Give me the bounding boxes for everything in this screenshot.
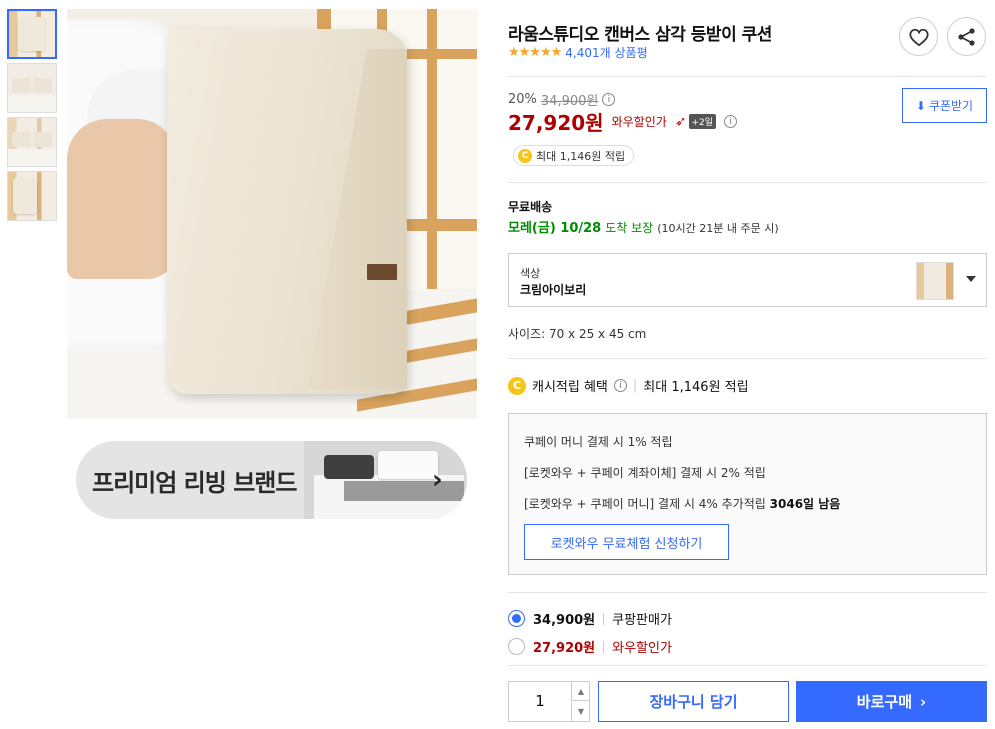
radio-button[interactable] xyxy=(508,610,525,627)
cash-benefit-row: C 캐시적립 혜택 i | 최대 1,146원 적립 xyxy=(508,376,749,395)
share-button[interactable] xyxy=(947,17,986,56)
divider xyxy=(508,592,987,593)
thumbnail-list xyxy=(7,9,57,225)
cash-benefit-max: 최대 1,146원 적립 xyxy=(643,380,749,395)
divider xyxy=(508,182,987,183)
rating: ★★★★★ 4,401개 상품평 xyxy=(508,44,648,61)
divider xyxy=(508,358,987,359)
sale-price: 27,920원 xyxy=(508,111,604,135)
info-icon[interactable]: i xyxy=(613,379,627,392)
buy-now-label: 바로구매 xyxy=(856,693,912,711)
chevron-right-icon: › xyxy=(432,465,443,495)
add-to-cart-button[interactable]: 장바구니 담기 xyxy=(598,681,789,722)
coin-icon: C xyxy=(508,376,526,395)
thumbnail-4[interactable] xyxy=(7,171,57,221)
cash-reward-pill: C 최대 1,146원 적립 xyxy=(513,145,635,166)
chevron-right-icon: › xyxy=(920,692,927,711)
plus-days-badge: +2일 xyxy=(688,114,717,129)
download-icon: ⬇ xyxy=(915,98,926,113)
price-option-regular[interactable]: 34,900원 쿠팡판매가 xyxy=(508,609,672,628)
option-thumbnail xyxy=(916,262,954,300)
discount-rate: 20% xyxy=(508,92,537,107)
delivery-date: 모레(금) 10/28 xyxy=(508,221,602,236)
delivery-note: (10시간 21분 내 주문 시) xyxy=(657,222,779,235)
quantity-stepper: 1 ▲ ▼ xyxy=(508,681,590,722)
option-select[interactable]: 색상 크림아이보리 xyxy=(508,253,987,307)
quantity-input[interactable]: 1 xyxy=(509,682,571,721)
option-key: 색상 xyxy=(520,267,541,280)
banner-text: 프리미엄 리빙 브랜드 xyxy=(92,469,297,497)
info-icon[interactable]: i xyxy=(724,115,738,128)
sale-price-label: 와우할인가 xyxy=(611,115,667,129)
option-value: 크림아이보리 xyxy=(520,283,587,297)
size-info: 사이즈: 70 x 25 x 45 cm xyxy=(508,327,647,341)
cash-benefit-label: 캐시적립 혜택 xyxy=(532,380,608,395)
cash-pill-text: 최대 1,146원 적립 xyxy=(536,149,626,163)
rocket-wow-trial-button[interactable]: 로켓와우 무료체험 신청하기 xyxy=(524,524,729,560)
brand-tag xyxy=(367,264,397,280)
price-option-price: 34,900원 xyxy=(533,613,596,628)
radio-button[interactable] xyxy=(508,638,525,655)
price-option-wow[interactable]: 27,920원 와우할인가 xyxy=(508,637,672,656)
product-title: 라움스튜디오 캔버스 삼각 등받이 쿠션 xyxy=(508,25,772,45)
thumbnail-1[interactable] xyxy=(7,9,57,59)
price-option-label: 와우할인가 xyxy=(612,641,672,656)
benefit-line: 쿠페이 머니 결제 시 1% 적립 xyxy=(524,435,673,449)
separator: | xyxy=(632,378,638,393)
share-icon xyxy=(957,27,975,46)
info-icon[interactable]: i xyxy=(602,93,616,106)
chevron-up-icon[interactable]: ▲ xyxy=(571,682,590,701)
buy-now-button[interactable]: 바로구매 › xyxy=(796,681,987,722)
dropdown-arrow-icon xyxy=(966,276,976,282)
chevron-down-icon[interactable]: ▼ xyxy=(571,702,590,721)
cash-benefit-box: 쿠페이 머니 결제 시 1% 적립 [로켓와우 + 쿠페이 계좌이체] 결제 시… xyxy=(508,413,987,575)
days-left: 3046일 남음 xyxy=(769,497,841,511)
coin-icon: C xyxy=(518,148,532,163)
wishlist-button[interactable] xyxy=(899,17,938,56)
delivery-guarantee: 도착 보장 xyxy=(605,221,654,235)
coupon-button[interactable]: ⬇ 쿠폰받기 xyxy=(902,88,987,123)
brand-banner[interactable]: 프리미엄 리빙 브랜드 › xyxy=(76,441,467,519)
price-option-price: 27,920원 xyxy=(533,641,596,656)
divider xyxy=(508,665,987,666)
delivery-info: 모레(금) 10/28 도착 보장 (10시간 21분 내 주문 시) xyxy=(508,217,779,236)
price-option-label: 쿠팡판매가 xyxy=(612,613,672,628)
thumbnail-3[interactable] xyxy=(7,117,57,167)
divider xyxy=(508,76,987,77)
shipping-title: 무료배송 xyxy=(508,200,553,214)
sale-price-row: 27,920원 와우할인가 ➶ +2일 i xyxy=(508,107,738,136)
review-count-link[interactable]: 4,401개 상품평 xyxy=(565,44,647,61)
star-rating-icon: ★★★★★ xyxy=(508,45,562,60)
coupon-label: 쿠폰받기 xyxy=(928,99,974,113)
rocket-badge: ➶ +2일 xyxy=(674,113,717,130)
benefit-line: [로켓와우 + 쿠페이 계좌이체] 결제 시 2% 적립 xyxy=(524,466,766,480)
rocket-icon: ➶ xyxy=(674,113,687,130)
benefit-line: [로켓와우 + 쿠페이 머니] 결제 시 4% 추가적립 3046일 남음 xyxy=(524,497,841,511)
product-main-image[interactable] xyxy=(67,9,477,419)
thumbnail-2[interactable] xyxy=(7,63,57,113)
heart-icon xyxy=(908,28,929,46)
